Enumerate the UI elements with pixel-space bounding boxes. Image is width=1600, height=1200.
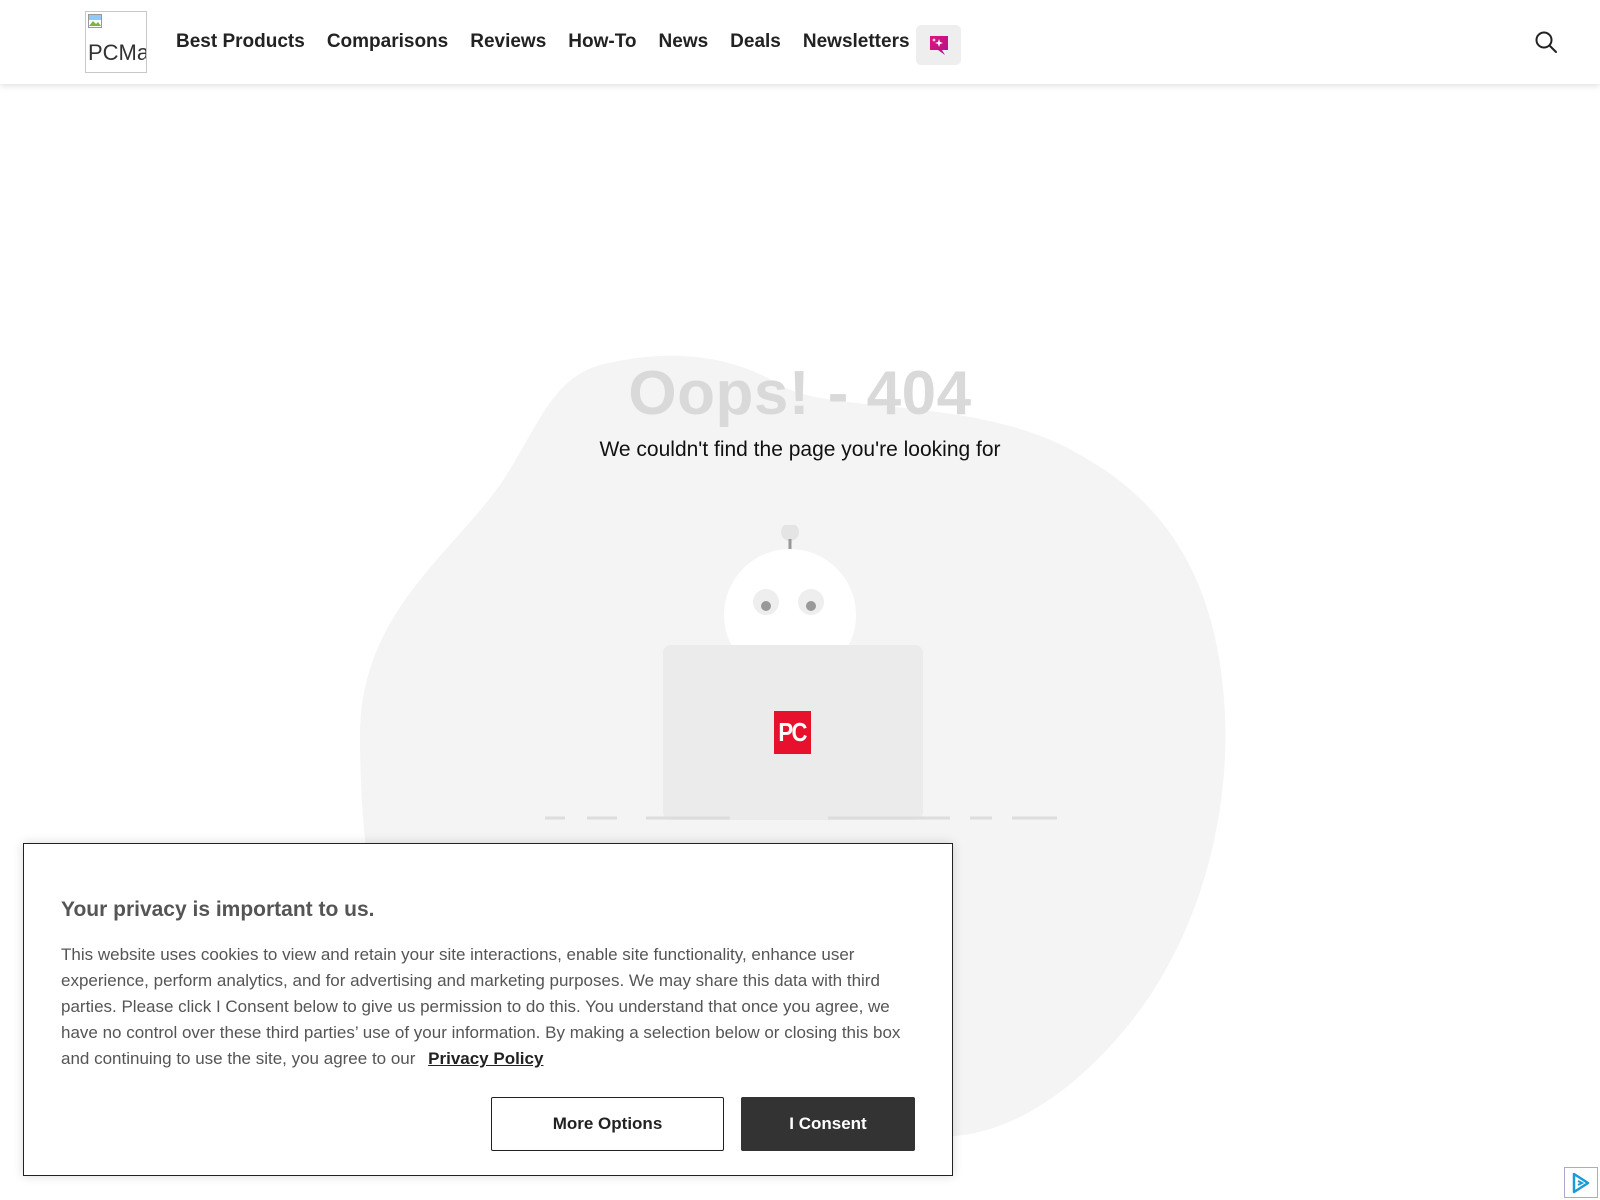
i-consent-button[interactable]: I Consent (741, 1097, 915, 1151)
site-header: PCMa Best Products Comparisons Reviews H… (0, 0, 1600, 84)
more-options-button[interactable]: More Options (491, 1097, 724, 1151)
ai-assistant-button[interactable] (916, 25, 961, 65)
privacy-policy-link[interactable]: Privacy Policy (428, 1049, 543, 1068)
broken-image-icon (88, 14, 102, 28)
error-title: Oops! - 404 (628, 359, 972, 428)
robot-laptop-illustration (545, 525, 1057, 820)
nav-comparisons[interactable]: Comparisons (327, 31, 448, 53)
error-subtitle: We couldn't find the page you're looking… (599, 438, 1001, 461)
cookie-body: This website uses cookies to view and re… (61, 942, 911, 1072)
site-logo[interactable]: PCMa (85, 11, 147, 73)
nav-news[interactable]: News (659, 31, 709, 53)
logo-alt-text: PCMa (88, 40, 147, 65)
nav-deals[interactable]: Deals (730, 31, 781, 53)
search-icon[interactable] (1534, 30, 1558, 54)
cookie-consent-banner: Your privacy is important to us. This we… (23, 843, 953, 1176)
cookie-title: Your privacy is important to us. (61, 898, 375, 921)
adchoices-icon (1572, 1172, 1590, 1193)
pc-logo-text: PC (778, 717, 808, 747)
sparkle-chat-icon (929, 36, 948, 55)
nav-reviews[interactable]: Reviews (470, 31, 546, 53)
adchoices-badge[interactable] (1564, 1167, 1598, 1198)
nav-newsletters[interactable]: Newsletters (803, 31, 910, 53)
nav-how-to[interactable]: How-To (568, 31, 636, 53)
main-nav: Best Products Comparisons Reviews How-To… (176, 0, 932, 84)
pc-logo: PC (774, 711, 811, 754)
nav-best-products[interactable]: Best Products (176, 31, 305, 53)
